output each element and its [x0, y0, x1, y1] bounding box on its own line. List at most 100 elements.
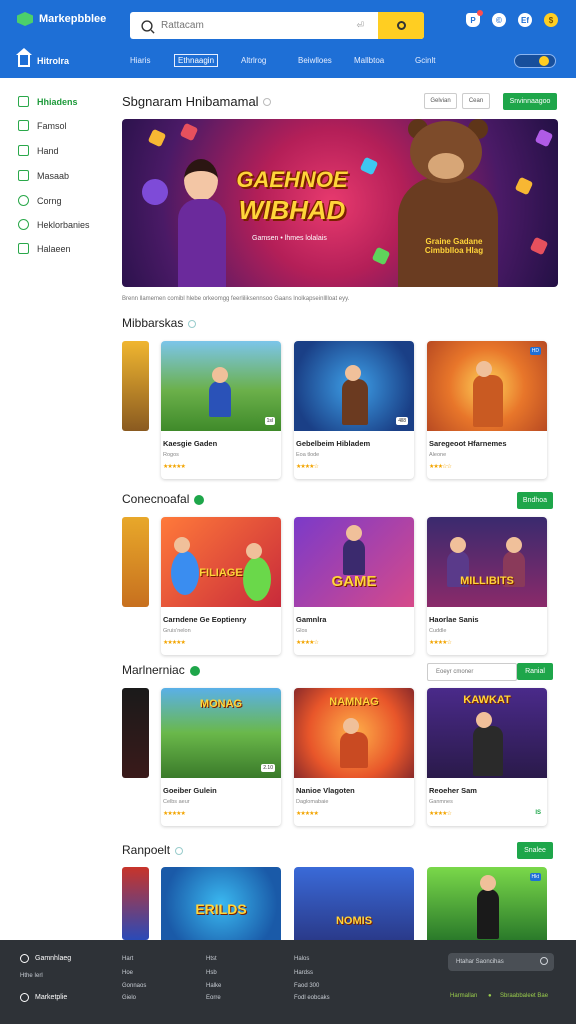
account-icon[interactable]: ©	[492, 13, 506, 27]
sidebar-item-label: Hand	[37, 145, 59, 156]
section-action-button[interactable]: Ranial	[517, 663, 553, 680]
sidebar-item[interactable]: Hand	[18, 145, 59, 156]
rating-stars: ★★★★☆	[296, 640, 319, 646]
footer-link[interactable]: Hart	[122, 956, 133, 962]
notifications-icon[interactable]: P	[466, 10, 483, 27]
game-card[interactable]: HD Saregeoot Hfarnemes Aleone ★★★☆☆	[427, 341, 547, 479]
game-card[interactable]: NAMNAG Nanioe Vlagoten Daglomabaie ★★★★★	[294, 688, 414, 826]
game-card[interactable]: GAME Gamnlra Glos ★★★★☆	[294, 517, 414, 655]
game-card[interactable]: KAWKAT Reoeher Sam Ganmnes ★★★★☆ IS	[427, 688, 547, 826]
game-card[interactable]: 4ll8 Gebelbeim Hibladem Eoa tlode ★★★★☆	[294, 341, 414, 479]
thumbnail-title: MONAG	[199, 698, 243, 710]
game-thumbnail: 1sl	[161, 341, 281, 431]
sidebar-item[interactable]: Famsol	[18, 120, 67, 131]
game-badge: 2.10	[261, 764, 275, 772]
carousel-prev-peek[interactable]	[122, 517, 149, 607]
sidebar-item[interactable]: Hhiadens	[18, 96, 78, 107]
sidebar-item[interactable]: Heklorbanies	[18, 219, 90, 230]
section-title: Marlnerniac	[122, 663, 200, 677]
theme-toggle[interactable]	[514, 54, 556, 68]
game-card[interactable]: MILLIBITS Haorlae Sanis Cuddle ★★★★☆	[427, 517, 547, 655]
info-icon	[188, 319, 197, 328]
sidebar-item[interactable]: Masaab	[18, 170, 69, 181]
thumbnail-title: MILLIBITS	[460, 575, 514, 587]
section-action-button[interactable]: Snalee	[517, 842, 553, 859]
search-button[interactable]	[378, 12, 424, 39]
nav-tab[interactable]: Beiwlloes	[298, 56, 332, 65]
nav-tab[interactable]: Hiaris	[130, 56, 150, 65]
game-badge: 4ll8	[396, 417, 408, 425]
footer-link[interactable]: Hsb	[206, 970, 217, 976]
footer-link[interactable]: Faod 300	[294, 983, 319, 989]
language-icon[interactable]: Ef	[518, 13, 532, 27]
featured-primary-button[interactable]: Snvinnaagoo	[503, 93, 557, 110]
footer-link[interactable]: Eorre	[206, 995, 221, 1001]
gamepad-icon	[18, 120, 29, 131]
game-name: Saregeoot Hfarnemes	[429, 439, 507, 448]
game-card[interactable]: FILIAGE Carndene Ge Eoptienry Gruis'nelo…	[161, 517, 281, 655]
footer-link[interactable]: Harmallan	[450, 993, 477, 999]
bear-body	[398, 177, 498, 287]
footer-link[interactable]: Halke	[206, 983, 221, 989]
footer-separator: ●	[488, 993, 492, 999]
game-card[interactable]: Hkt	[427, 867, 547, 940]
account-icon-label: ©	[496, 15, 502, 25]
rating-stars: ★★★★★	[163, 640, 186, 646]
footer-link[interactable]: Halos	[294, 956, 309, 962]
thumbnail-title: NAMNAG	[329, 696, 379, 708]
footer-link[interactable]: Htst	[206, 956, 217, 962]
hero-banner[interactable]: GAEHNOE WIBHAD Gamsen • lhmes lolalais G…	[122, 119, 558, 287]
share-icon	[18, 243, 29, 254]
game-name: Reoeher Sam	[429, 786, 477, 795]
nav-tab-active[interactable]: Ethnaagin	[174, 54, 219, 67]
footer-link[interactable]: Hardss	[294, 970, 313, 976]
footer-search-input[interactable]: Htahar Saoncihas	[448, 953, 554, 971]
home-icon[interactable]	[16, 48, 32, 67]
carousel-prev-peek[interactable]	[122, 688, 149, 778]
nav-tab[interactable]: Gcinlt	[415, 56, 435, 65]
creature-figure	[243, 543, 271, 601]
nav-tab[interactable]: Altrlrog	[241, 56, 266, 65]
filter-button[interactable]: Gelvian	[424, 93, 457, 109]
rating-stars: ★★★★★	[163, 811, 186, 817]
footer-link[interactable]: Fodl eobcaks	[294, 995, 330, 1001]
game-tag: IS	[535, 810, 541, 816]
footer-link[interactable]: Sbraabbaleet Bae	[500, 993, 548, 999]
section-title-text: Mibbarskas	[122, 316, 184, 330]
section-action-button[interactable]: Bndhoa	[517, 492, 553, 509]
brand-logo[interactable]: Markepbblee	[17, 12, 106, 26]
search-input[interactable]	[161, 20, 351, 31]
girl-head	[184, 159, 218, 201]
nav-home-label[interactable]: Hitrolra	[37, 56, 69, 66]
carousel-prev-peek[interactable]	[122, 341, 149, 431]
marketplace-icon	[20, 993, 29, 1002]
search-go-icon	[396, 21, 406, 30]
rating-stars: ★★★★★	[296, 811, 319, 817]
footer-brand-bottom[interactable]: Marketplie	[20, 993, 67, 1002]
sidebar-item[interactable]: Halaeen	[18, 243, 71, 254]
game-card[interactable]: NOMIS	[294, 867, 414, 940]
section-filter-input[interactable]: Eoeyr cmoner	[427, 663, 517, 681]
carousel-prev-peek[interactable]	[122, 867, 149, 940]
section-title: Mibbarskas	[122, 316, 197, 330]
coins-icon[interactable]: $	[544, 13, 558, 27]
clear-button[interactable]: Cean	[462, 93, 490, 109]
nav-tab[interactable]: Mallbtoa	[354, 56, 384, 65]
footer-link[interactable]: Hoe	[122, 970, 133, 976]
footer-link[interactable]: Hthe Ierl	[20, 973, 43, 979]
game-card[interactable]: 1sl Kaesgie Gaden Rogos ★★★★★	[161, 341, 281, 479]
game-card[interactable]: MONAG 2.10 Goeiber Gulein Celbs aeur ★★★…	[161, 688, 281, 826]
sidebar-item-label: Corng	[37, 195, 62, 206]
sidebar-item[interactable]: Corng	[18, 195, 62, 206]
hero-bear-character	[392, 119, 512, 287]
game-badge: HD	[529, 347, 541, 355]
notification-dot	[477, 10, 483, 16]
gem-decoration	[534, 128, 554, 148]
logo-cube-icon	[17, 12, 33, 26]
game-card[interactable]: ERILDS	[161, 867, 281, 940]
footer-link[interactable]: Gielo	[122, 995, 136, 1001]
game-meta: Celbs aeur	[163, 799, 190, 805]
footer-brand-top[interactable]: Gamnhlaeg	[20, 954, 71, 963]
footer-link[interactable]: Gonnaos	[122, 983, 146, 989]
coin-icon	[18, 195, 29, 206]
